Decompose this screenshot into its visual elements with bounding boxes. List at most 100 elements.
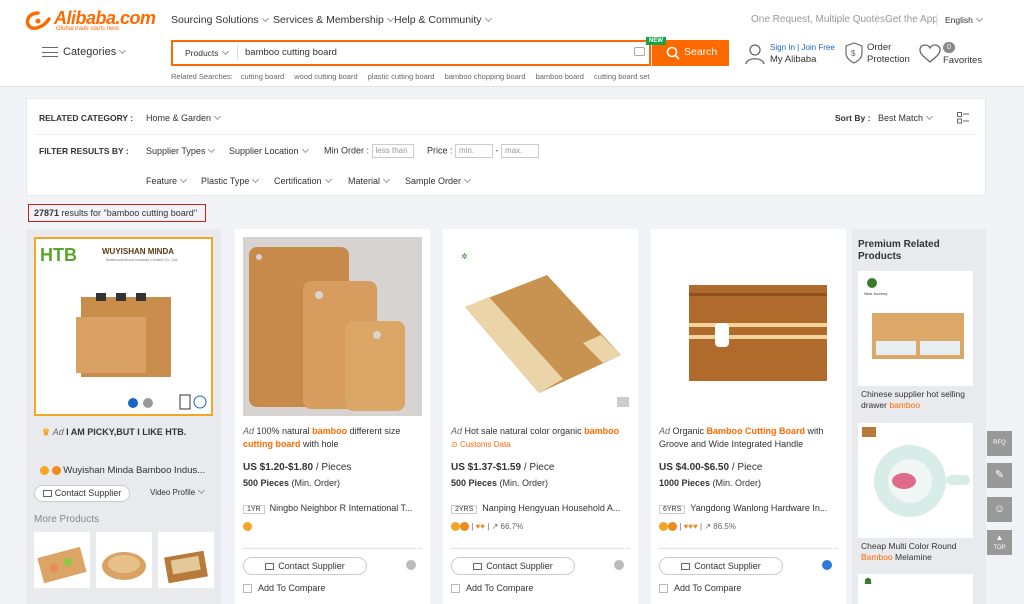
- order-protection[interactable]: $ Order Protection: [845, 42, 915, 68]
- plastic-type-select[interactable]: Plastic Type: [201, 175, 260, 186]
- related-link[interactable]: cutting board: [241, 72, 284, 81]
- results-count: 27871 results for "bamboo cutting board": [28, 204, 206, 222]
- product-title[interactable]: Ad Organic Bamboo Cutting Board with Gro…: [659, 425, 839, 451]
- nav-help[interactable]: Help & Community: [394, 14, 492, 26]
- new-badge: NEW: [646, 37, 666, 45]
- rfq-tool-button[interactable]: RFQ: [987, 431, 1012, 456]
- supplier-banner[interactable]: HTB WUYISHAN MINDA Bamboo&Wood Industry …: [34, 237, 213, 416]
- premium-item-title[interactable]: Chinese supplier hot selling drawer bamb…: [861, 389, 976, 411]
- price-max-input[interactable]: max.: [501, 144, 540, 158]
- product-title[interactable]: Ad 100% natural bamboo different size cu…: [243, 425, 423, 451]
- product-card[interactable]: Ad Organic Bamboo Cutting Board with Gro…: [651, 229, 846, 604]
- search-bar: Products bamboo cutting board: [171, 40, 651, 66]
- premium-item-image[interactable]: [858, 423, 973, 538]
- add-to-compare[interactable]: Add To Compare: [659, 583, 741, 594]
- more-product-thumb[interactable]: [96, 532, 152, 588]
- supplier-link[interactable]: 1YR Ningbo Neighbor R International T...: [243, 503, 413, 514]
- premium-item-image[interactable]: New Journey: [858, 271, 973, 386]
- contact-supplier-button[interactable]: Contact Supplier: [34, 485, 130, 502]
- rfq-link[interactable]: One Request, Multiple Quotes: [751, 14, 885, 25]
- more-product-thumb[interactable]: [158, 532, 214, 588]
- favorites[interactable]: 0 Favorites: [919, 42, 989, 68]
- contact-supplier-button[interactable]: Contact Supplier: [243, 557, 367, 575]
- supplier-link[interactable]: 6YRS Yangdong Wanlong Hardware In...: [659, 503, 827, 514]
- more-product-thumb[interactable]: [34, 532, 90, 588]
- compare-checkbox[interactable]: [243, 584, 252, 594]
- add-to-compare[interactable]: Add To Compare: [243, 583, 325, 594]
- back-to-top-button[interactable]: ▲ TOP: [987, 530, 1012, 555]
- product-thumb-image: [37, 546, 87, 584]
- nav-label: Sourcing Solutions: [171, 14, 259, 26]
- filter-option-label: Feature: [146, 176, 178, 186]
- sign-in-link[interactable]: Sign In: [770, 43, 795, 52]
- nav-sourcing[interactable]: Sourcing Solutions: [171, 14, 269, 26]
- chat-icon[interactable]: [822, 560, 832, 570]
- product-card[interactable]: ✲ Ad Hot sale natural color organic bamb…: [443, 229, 638, 604]
- video-label: Video Profile: [150, 488, 196, 497]
- supplier-slogan[interactable]: ♛ Ad I AM PICKY,BUT I LIKE HTB.: [42, 427, 186, 438]
- feature-select[interactable]: Feature: [146, 175, 188, 186]
- get-app-link[interactable]: Get the App: [876, 14, 938, 25]
- alibaba-logo[interactable]: Alibaba.com Global trade starts here.: [24, 8, 156, 35]
- contact-label: Contact Supplier: [54, 488, 122, 498]
- premium-title: Premium Related Products: [858, 239, 940, 262]
- related-category-value: Home & Garden: [146, 113, 212, 123]
- mail-icon: [473, 563, 483, 571]
- drawer-board-image: [867, 278, 964, 359]
- item-title-highlight: Bamboo: [861, 552, 893, 562]
- language-select[interactable]: English: [936, 14, 983, 25]
- camera-icon[interactable]: [634, 47, 645, 56]
- customs-data-label: Customs Data: [459, 440, 511, 449]
- filter-option-label: Material: [348, 176, 381, 186]
- related-link[interactable]: wood cutting board: [294, 72, 357, 81]
- contact-supplier-button[interactable]: Contact Supplier: [659, 557, 783, 575]
- certification-select[interactable]: Certification: [274, 175, 332, 186]
- supplier-location-label: Supplier Location: [229, 146, 299, 156]
- chat-icon[interactable]: [406, 560, 416, 570]
- supplier-location-select[interactable]: Supplier Location: [229, 145, 309, 156]
- contact-label: Contact Supplier: [694, 561, 761, 571]
- premium-item-image[interactable]: ☗: [858, 574, 973, 604]
- supplier-name[interactable]: Wuyishan Minda Bamboo Indus...: [40, 465, 205, 476]
- filter-option-label: Certification: [274, 176, 322, 186]
- join-free-link[interactable]: Join Free: [801, 43, 834, 52]
- chevron-down-icon: [301, 145, 309, 154]
- customs-data-tag[interactable]: ⊙ Customs Data: [451, 440, 511, 449]
- sort-select[interactable]: Best Match: [878, 112, 934, 123]
- supplier-link[interactable]: 2YRS Nanping Hengyuan Household A...: [451, 503, 620, 514]
- chat-tool-button[interactable]: ☺: [987, 497, 1012, 522]
- contact-supplier-button[interactable]: Contact Supplier: [451, 557, 575, 575]
- categories-menu[interactable]: Categories: [42, 46, 127, 58]
- chevron-down-icon: [252, 175, 260, 184]
- price-unit: / Pieces: [313, 462, 352, 473]
- edit-tool-button[interactable]: ✎: [987, 463, 1012, 488]
- premium-item-title[interactable]: Cheap Multi Color Round Bamboo Melamine: [861, 541, 976, 563]
- related-link[interactable]: bamboo board: [536, 72, 584, 81]
- compare-checkbox[interactable]: [659, 584, 668, 594]
- supplier-types-select[interactable]: Supplier Types: [146, 145, 216, 156]
- rfq-label: RFQ: [993, 440, 1006, 446]
- related-link[interactable]: plastic cutting board: [368, 72, 435, 81]
- product-title[interactable]: Ad Hot sale natural color organic bamboo…: [451, 425, 631, 451]
- list-view-icon[interactable]: [957, 112, 969, 124]
- sample-order-select[interactable]: Sample Order: [405, 175, 472, 186]
- related-link[interactable]: bamboo chopping board: [445, 72, 526, 81]
- add-to-compare[interactable]: Add To Compare: [451, 583, 533, 594]
- related-category-select[interactable]: Home & Garden: [146, 112, 222, 123]
- chat-icon[interactable]: [614, 560, 624, 570]
- response-rate: 66.7%: [500, 522, 524, 531]
- nav-services[interactable]: Services & Membership: [273, 14, 394, 26]
- search-input[interactable]: bamboo cutting board: [245, 47, 337, 58]
- price-min-input[interactable]: min.: [455, 144, 494, 158]
- company-name: Wuyishan Minda Bamboo Indus...: [63, 465, 206, 476]
- product-card[interactable]: Ad 100% natural bamboo different size cu…: [235, 229, 430, 604]
- min-order-input[interactable]: less than: [371, 144, 414, 158]
- video-profile-link[interactable]: Video Profile: [150, 486, 206, 497]
- verified-icon: [460, 522, 469, 532]
- search-category-select[interactable]: Products: [185, 47, 229, 58]
- related-link[interactable]: cutting board set: [594, 72, 649, 81]
- compare-checkbox[interactable]: [451, 584, 460, 594]
- svg-text:$: $: [851, 49, 856, 58]
- account-menu[interactable]: Sign In | Join Free My Alibaba: [745, 43, 835, 67]
- material-select[interactable]: Material: [348, 175, 391, 186]
